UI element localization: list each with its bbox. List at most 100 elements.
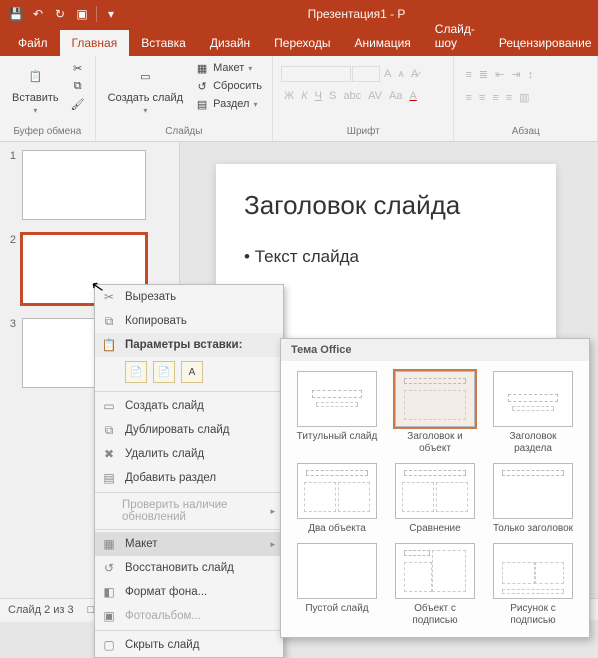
undo-icon[interactable]: ↶ [28,4,48,24]
ctx-delete-slide[interactable]: ✖Удалить слайд [95,442,283,466]
paste-use-dest-icon[interactable]: 📄 [125,361,147,383]
section-icon: ▤ [195,97,209,111]
thumb-number: 1 [6,150,16,162]
layout-content-caption[interactable]: Объект с подписью [391,543,479,627]
photo-icon: ▣ [101,608,117,624]
layout-title-slide[interactable]: Титульный слайд [293,371,381,455]
ctx-add-section[interactable]: ▤Добавить раздел [95,466,283,490]
layout-title-content[interactable]: Заголовок и объект [391,371,479,455]
bold-icon[interactable]: Ж [281,88,297,104]
paste-icon: 📋 [21,62,49,90]
layout-title-only[interactable]: Только заголовок [489,463,577,535]
spacing-icon[interactable]: AV [365,88,385,104]
section-button[interactable]: ▤Раздел ▾ [193,96,264,112]
title-bar: 💾 ↶ ↻ ▣ ▾ Презентация1 - P [0,0,598,28]
italic-icon[interactable]: К [298,88,310,104]
copy-icon: ⧉ [71,79,85,93]
tab-slideshow[interactable]: Слайд-шоу [423,16,487,56]
scissors-icon: ✂ [71,61,85,75]
qat-dropdown-icon[interactable]: ▾ [101,4,121,24]
ctx-photo-album: ▣Фотоальбом... [95,604,283,628]
group-clipboard: 📋 Вставить ▾ ✂ ⧉ 🖌 Буфер обмена [0,56,96,141]
redo-icon[interactable]: ↻ [50,4,70,24]
ctx-copy[interactable]: ⧉Копировать [95,309,283,333]
format-painter-button[interactable]: 🖌 [69,96,87,112]
new-slide-button[interactable]: ▭ Создать слайд ▾ [104,60,187,117]
ctx-paste-options: 📄 📄 A [95,357,283,389]
thumb-number: 2 [6,234,16,246]
group-label-clipboard: Буфер обмена [8,124,87,141]
ctx-new-slide[interactable]: ▭Создать слайд [95,394,283,418]
tab-animations[interactable]: Анимация [342,30,422,56]
align-right-icon[interactable]: ≡ [489,90,501,106]
reset-icon: ↺ [101,560,117,576]
ctx-format-background[interactable]: ◧Формат фона... [95,580,283,604]
layout-theme-title: Тема Office [281,339,589,361]
slide-body-text[interactable]: Текст слайда [244,247,528,267]
cut-button[interactable]: ✂ [69,60,87,76]
new-slide-icon: ▭ [101,398,117,414]
underline-icon[interactable]: Ч [312,88,325,104]
ribbon: 📋 Вставить ▾ ✂ ⧉ 🖌 Буфер обмена ▭ Создат… [0,56,598,142]
ctx-cut[interactable]: ✂Вырезать [95,285,283,309]
layout-icon: ▦ [101,536,117,552]
group-label-font: Шрифт [281,124,445,141]
layout-section-header[interactable]: Заголовок раздела [489,371,577,455]
layout-blank[interactable]: Пустой слайд [293,543,381,627]
paste-keep-source-icon[interactable]: 📄 [153,361,175,383]
section-icon: ▤ [101,470,117,486]
save-icon[interactable]: 💾 [6,4,26,24]
font-family-select[interactable] [281,66,351,82]
ctx-reset-slide[interactable]: ↺Восстановить слайд [95,556,283,580]
context-menu: ✂Вырезать ⧉Копировать 📋Параметры вставки… [94,284,284,658]
group-font: A ᴀ A̷ Ж К Ч S abc AV Aa A Шрифт [273,56,454,141]
reset-button[interactable]: ↺Сбросить [193,78,264,94]
tab-home[interactable]: Главная [60,30,130,56]
tab-design[interactable]: Дизайн [198,30,262,56]
bullets-icon[interactable]: ≡ [462,67,474,83]
copy-button[interactable]: ⧉ [69,78,87,94]
slide-title[interactable]: Заголовок слайда [244,190,528,221]
start-from-begin-icon[interactable]: ▣ [72,4,92,24]
font-size-select[interactable] [352,66,380,82]
layout-comparison[interactable]: Сравнение [391,463,479,535]
shrink-font-icon[interactable]: ᴀ [395,66,406,82]
hide-icon: ▢ [101,637,117,653]
align-center-icon[interactable]: ≡ [476,90,488,106]
layout-picture-caption[interactable]: Рисунок с подписью [489,543,577,627]
clear-format-icon[interactable]: A̷ [408,66,421,82]
group-paragraph: ≡ ≣ ⇤ ⇥ ↕ ≡ ≡ ≡ ≡ ▥ Абзац [454,56,598,141]
layout-two-content[interactable]: Два объекта [293,463,381,535]
duplicate-icon: ⧉ [101,422,117,438]
strike-icon[interactable]: S [326,88,339,104]
layout-icon: ▦ [195,61,209,75]
tab-transitions[interactable]: Переходы [262,30,342,56]
thumb-number: 3 [6,318,16,330]
ctx-layout[interactable]: ▦Макет▸ [95,532,283,556]
tab-file[interactable]: Файл [6,30,60,56]
line-spacing-icon[interactable]: ↕ [525,67,537,83]
thumbnail-slide-1[interactable] [22,150,146,220]
align-left-icon[interactable]: ≡ [462,90,474,106]
layout-button[interactable]: ▦Макет ▾ [193,60,264,76]
scissors-icon: ✂ [101,289,117,305]
indent-dec-icon[interactable]: ⇤ [492,66,507,83]
case-icon[interactable]: Aa [386,88,405,104]
justify-icon[interactable]: ≡ [503,90,515,106]
copy-icon: ⧉ [101,313,117,329]
new-slide-icon: ▭ [131,62,159,90]
grow-font-icon[interactable]: A [381,66,394,82]
shadow-icon[interactable]: abc [340,88,364,104]
tab-review[interactable]: Рецензирование [487,30,598,56]
paste-button[interactable]: 📋 Вставить ▾ [8,60,63,117]
ctx-duplicate-slide[interactable]: ⧉Дублировать слайд [95,418,283,442]
brush-icon: 🖌 [71,97,85,111]
tab-insert[interactable]: Вставка [129,30,198,56]
columns-icon[interactable]: ▥ [516,89,532,106]
font-color-icon[interactable]: A [406,88,419,104]
paste-picture-icon[interactable]: A [181,361,203,383]
indent-inc-icon[interactable]: ⇥ [508,66,523,83]
numbering-icon[interactable]: ≣ [476,66,491,83]
format-bg-icon: ◧ [101,584,117,600]
ctx-hide-slide[interactable]: ▢Скрыть слайд [95,633,283,657]
